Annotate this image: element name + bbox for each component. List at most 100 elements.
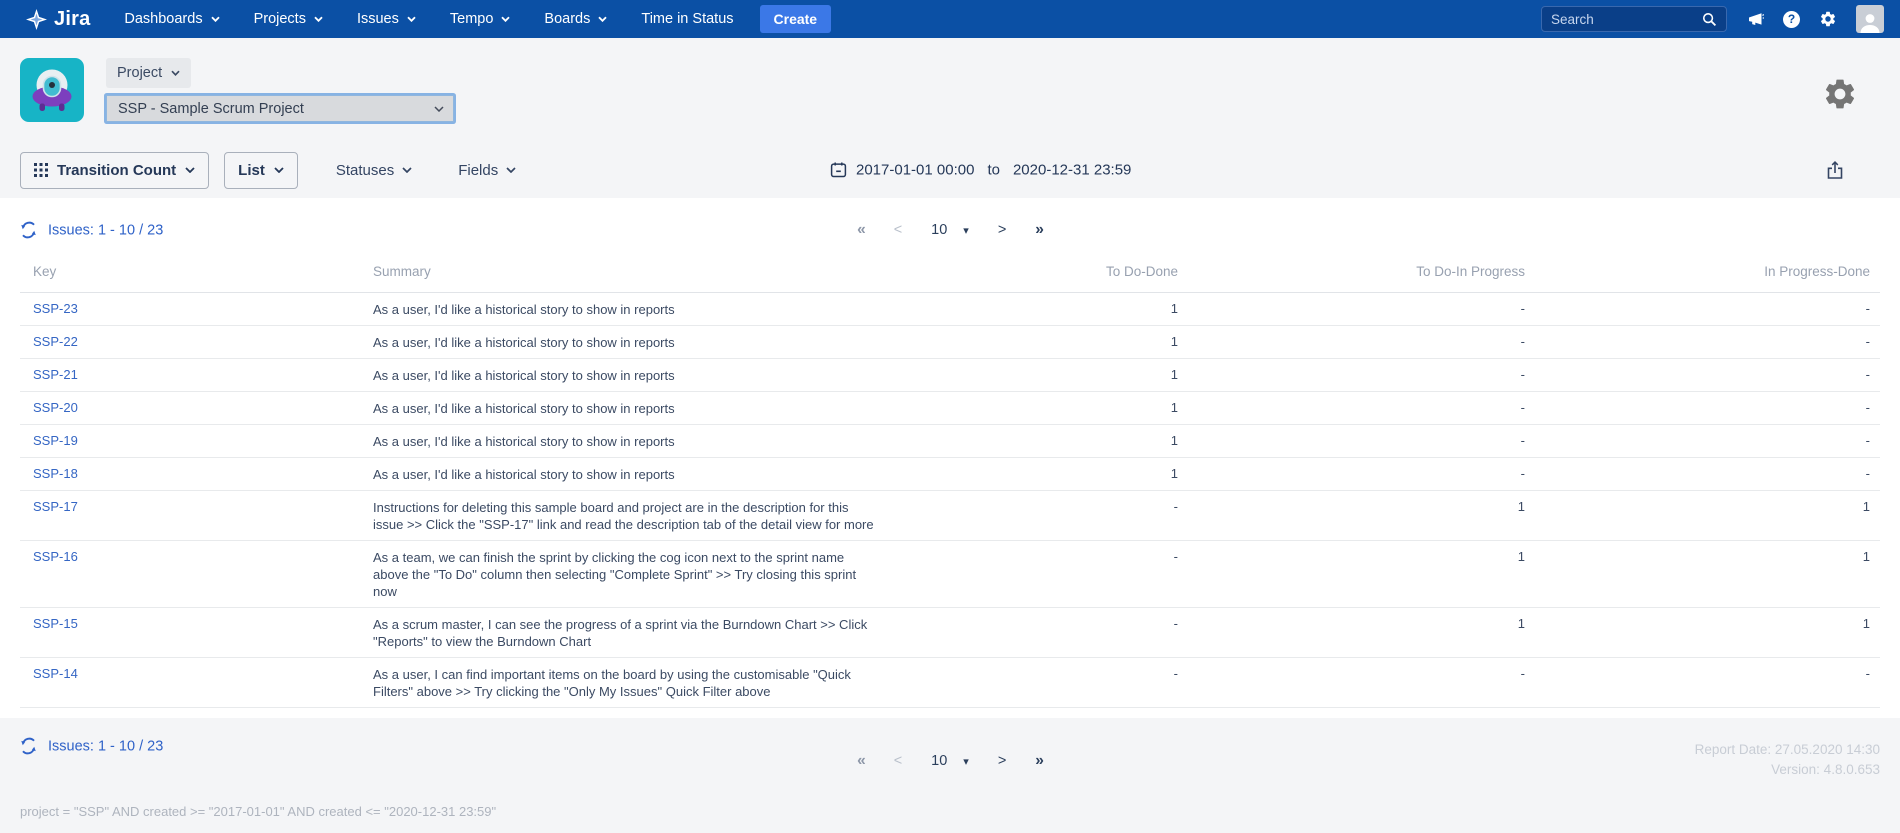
issue-key-link[interactable]: SSP-14 (33, 666, 78, 681)
value-inprogress-done: - (1527, 425, 1880, 458)
table-header-row: Key Summary To Do-Done To Do-In Progress… (20, 254, 1880, 293)
menu-issues[interactable]: Issues (357, 11, 416, 27)
fields-label: Fields (458, 162, 498, 179)
chevron-down-icon (171, 70, 180, 76)
export-icon[interactable] (1825, 160, 1845, 181)
value-todo-inprogress: 1 (1180, 491, 1527, 541)
chevron-down-icon (598, 16, 607, 22)
issue-key-cell: SSP-23 (20, 293, 360, 326)
issues-count-label: Issues: 1 - 10 / 23 (48, 222, 163, 238)
value-todo-inprogress: 1 (1180, 608, 1527, 658)
value-todo-inprogress: - (1180, 425, 1527, 458)
menu-projects[interactable]: Projects (254, 11, 323, 27)
column-header-key[interactable]: Key (20, 254, 360, 293)
date-from-value[interactable]: 2017-01-01 00:00 (856, 162, 974, 179)
pagination-first-button[interactable]: « (857, 752, 865, 770)
issue-key-cell: SSP-17 (20, 491, 360, 541)
issue-key-link[interactable]: SSP-16 (33, 549, 78, 564)
date-range-picker[interactable]: 2017-01-01 00:00 to 2020-12-31 23:59 (830, 162, 1131, 179)
page-size-value: 10 (931, 753, 947, 769)
megaphone-icon[interactable] (1746, 11, 1764, 28)
menu-time-in-status[interactable]: Time in Status (641, 11, 733, 27)
report-type-dropdown[interactable]: Transition Count (20, 152, 209, 189)
issue-summary-cell: As a user, I can find important items on… (360, 658, 980, 708)
value-todo-done: 1 (980, 359, 1180, 392)
column-header-summary[interactable]: Summary (360, 254, 980, 293)
pagination-last-button[interactable]: » (1035, 752, 1043, 770)
issue-summary-cell: Instructions for deleting this sample bo… (360, 491, 980, 541)
value-todo-done: - (980, 541, 1180, 608)
issue-key-link[interactable]: SSP-22 (33, 334, 78, 349)
pagination-first-button[interactable]: « (857, 221, 865, 239)
pagination-prev-button[interactable]: < (894, 753, 902, 769)
report-date: Report Date: 27.05.2020 14:30 (1695, 740, 1880, 760)
value-todo-inprogress: - (1180, 392, 1527, 425)
report-version: Version: 4.8.0.653 (1695, 760, 1880, 780)
caret-down-icon: ▾ (963, 224, 969, 237)
issue-summary: As a user, I'd like a historical story t… (373, 334, 978, 351)
date-to-value[interactable]: 2020-12-31 23:59 (1013, 162, 1131, 179)
value-inprogress-done: - (1527, 458, 1880, 491)
project-avatar[interactable] (20, 58, 84, 122)
jira-logo-text: Jira (54, 8, 90, 31)
statuses-dropdown[interactable]: Statuses (336, 162, 412, 179)
table-row: SSP-20 As a user, I'd like a historical … (20, 392, 1880, 425)
issue-key-link[interactable]: SSP-17 (33, 499, 78, 514)
grid-icon (34, 163, 48, 177)
view-mode-label: List (238, 162, 265, 179)
refresh-icon[interactable] (20, 738, 37, 755)
project-select[interactable]: SSP - Sample Scrum Project (106, 95, 454, 122)
value-todo-done: - (980, 658, 1180, 708)
value-inprogress-done: 1 (1527, 491, 1880, 541)
issues-count-label: Issues: 1 - 10 / 23 (48, 738, 163, 754)
chevron-down-icon (407, 16, 416, 22)
pagination-prev-button[interactable]: < (894, 222, 902, 238)
issue-key-link[interactable]: SSP-21 (33, 367, 78, 382)
issue-key-link[interactable]: SSP-18 (33, 466, 78, 481)
table-row: SSP-22 As a user, I'd like a historical … (20, 326, 1880, 359)
menu-tempo[interactable]: Tempo (450, 11, 511, 27)
project-type-label: Project (117, 65, 162, 81)
value-todo-done: 1 (980, 392, 1180, 425)
fields-dropdown[interactable]: Fields (458, 162, 516, 179)
issue-summary: Instructions for deleting this sample bo… (373, 499, 978, 533)
refresh-icon[interactable] (20, 222, 37, 239)
menu-dashboards[interactable]: Dashboards (124, 11, 219, 27)
value-todo-done: 1 (980, 458, 1180, 491)
issue-key-link[interactable]: SSP-23 (33, 301, 78, 316)
pagination-next-button[interactable]: > (998, 222, 1006, 238)
menu-boards[interactable]: Boards (544, 11, 607, 27)
column-header-todo-inprogress[interactable]: To Do-In Progress (1180, 254, 1527, 293)
gear-icon[interactable] (1819, 10, 1837, 28)
table-row: SSP-15 As a scrum master, I can see the … (20, 608, 1880, 658)
search-input[interactable] (1551, 12, 1696, 27)
page-size-select[interactable]: 10 ▾ (931, 753, 969, 769)
jira-logo[interactable]: Jira (26, 8, 90, 31)
issue-key-link[interactable]: SSP-15 (33, 616, 78, 631)
report-settings-gear-icon[interactable] (1822, 76, 1858, 112)
page-size-select[interactable]: 10 ▾ (931, 222, 969, 238)
value-todo-done: 1 (980, 293, 1180, 326)
value-todo-done: - (980, 491, 1180, 541)
create-button[interactable]: Create (760, 5, 832, 33)
issue-summary-cell: As a user, I'd like a historical story t… (360, 326, 980, 359)
issue-key-cell: SSP-21 (20, 359, 360, 392)
date-separator: to (987, 162, 1000, 179)
table-row: SSP-18 As a user, I'd like a historical … (20, 458, 1880, 491)
issue-summary-cell: As a user, I'd like a historical story t… (360, 392, 980, 425)
search-box[interactable] (1541, 6, 1727, 32)
column-header-inprogress-done[interactable]: In Progress-Done (1527, 254, 1880, 293)
help-icon[interactable]: ? (1783, 11, 1800, 28)
issue-key-cell: SSP-19 (20, 425, 360, 458)
pagination-next-button[interactable]: > (998, 753, 1006, 769)
issue-key-link[interactable]: SSP-19 (33, 433, 78, 448)
project-type-dropdown[interactable]: Project (106, 58, 191, 88)
column-header-todo-done[interactable]: To Do-Done (980, 254, 1180, 293)
issue-key-cell: SSP-15 (20, 608, 360, 658)
view-mode-dropdown[interactable]: List (224, 152, 298, 189)
issue-key-link[interactable]: SSP-20 (33, 400, 78, 415)
user-avatar[interactable] (1856, 5, 1884, 33)
results-bar-top: Issues: 1 - 10 / 23 « < 10 ▾ > » (20, 210, 1880, 250)
page-size-value: 10 (931, 222, 947, 238)
pagination-last-button[interactable]: » (1035, 221, 1043, 239)
